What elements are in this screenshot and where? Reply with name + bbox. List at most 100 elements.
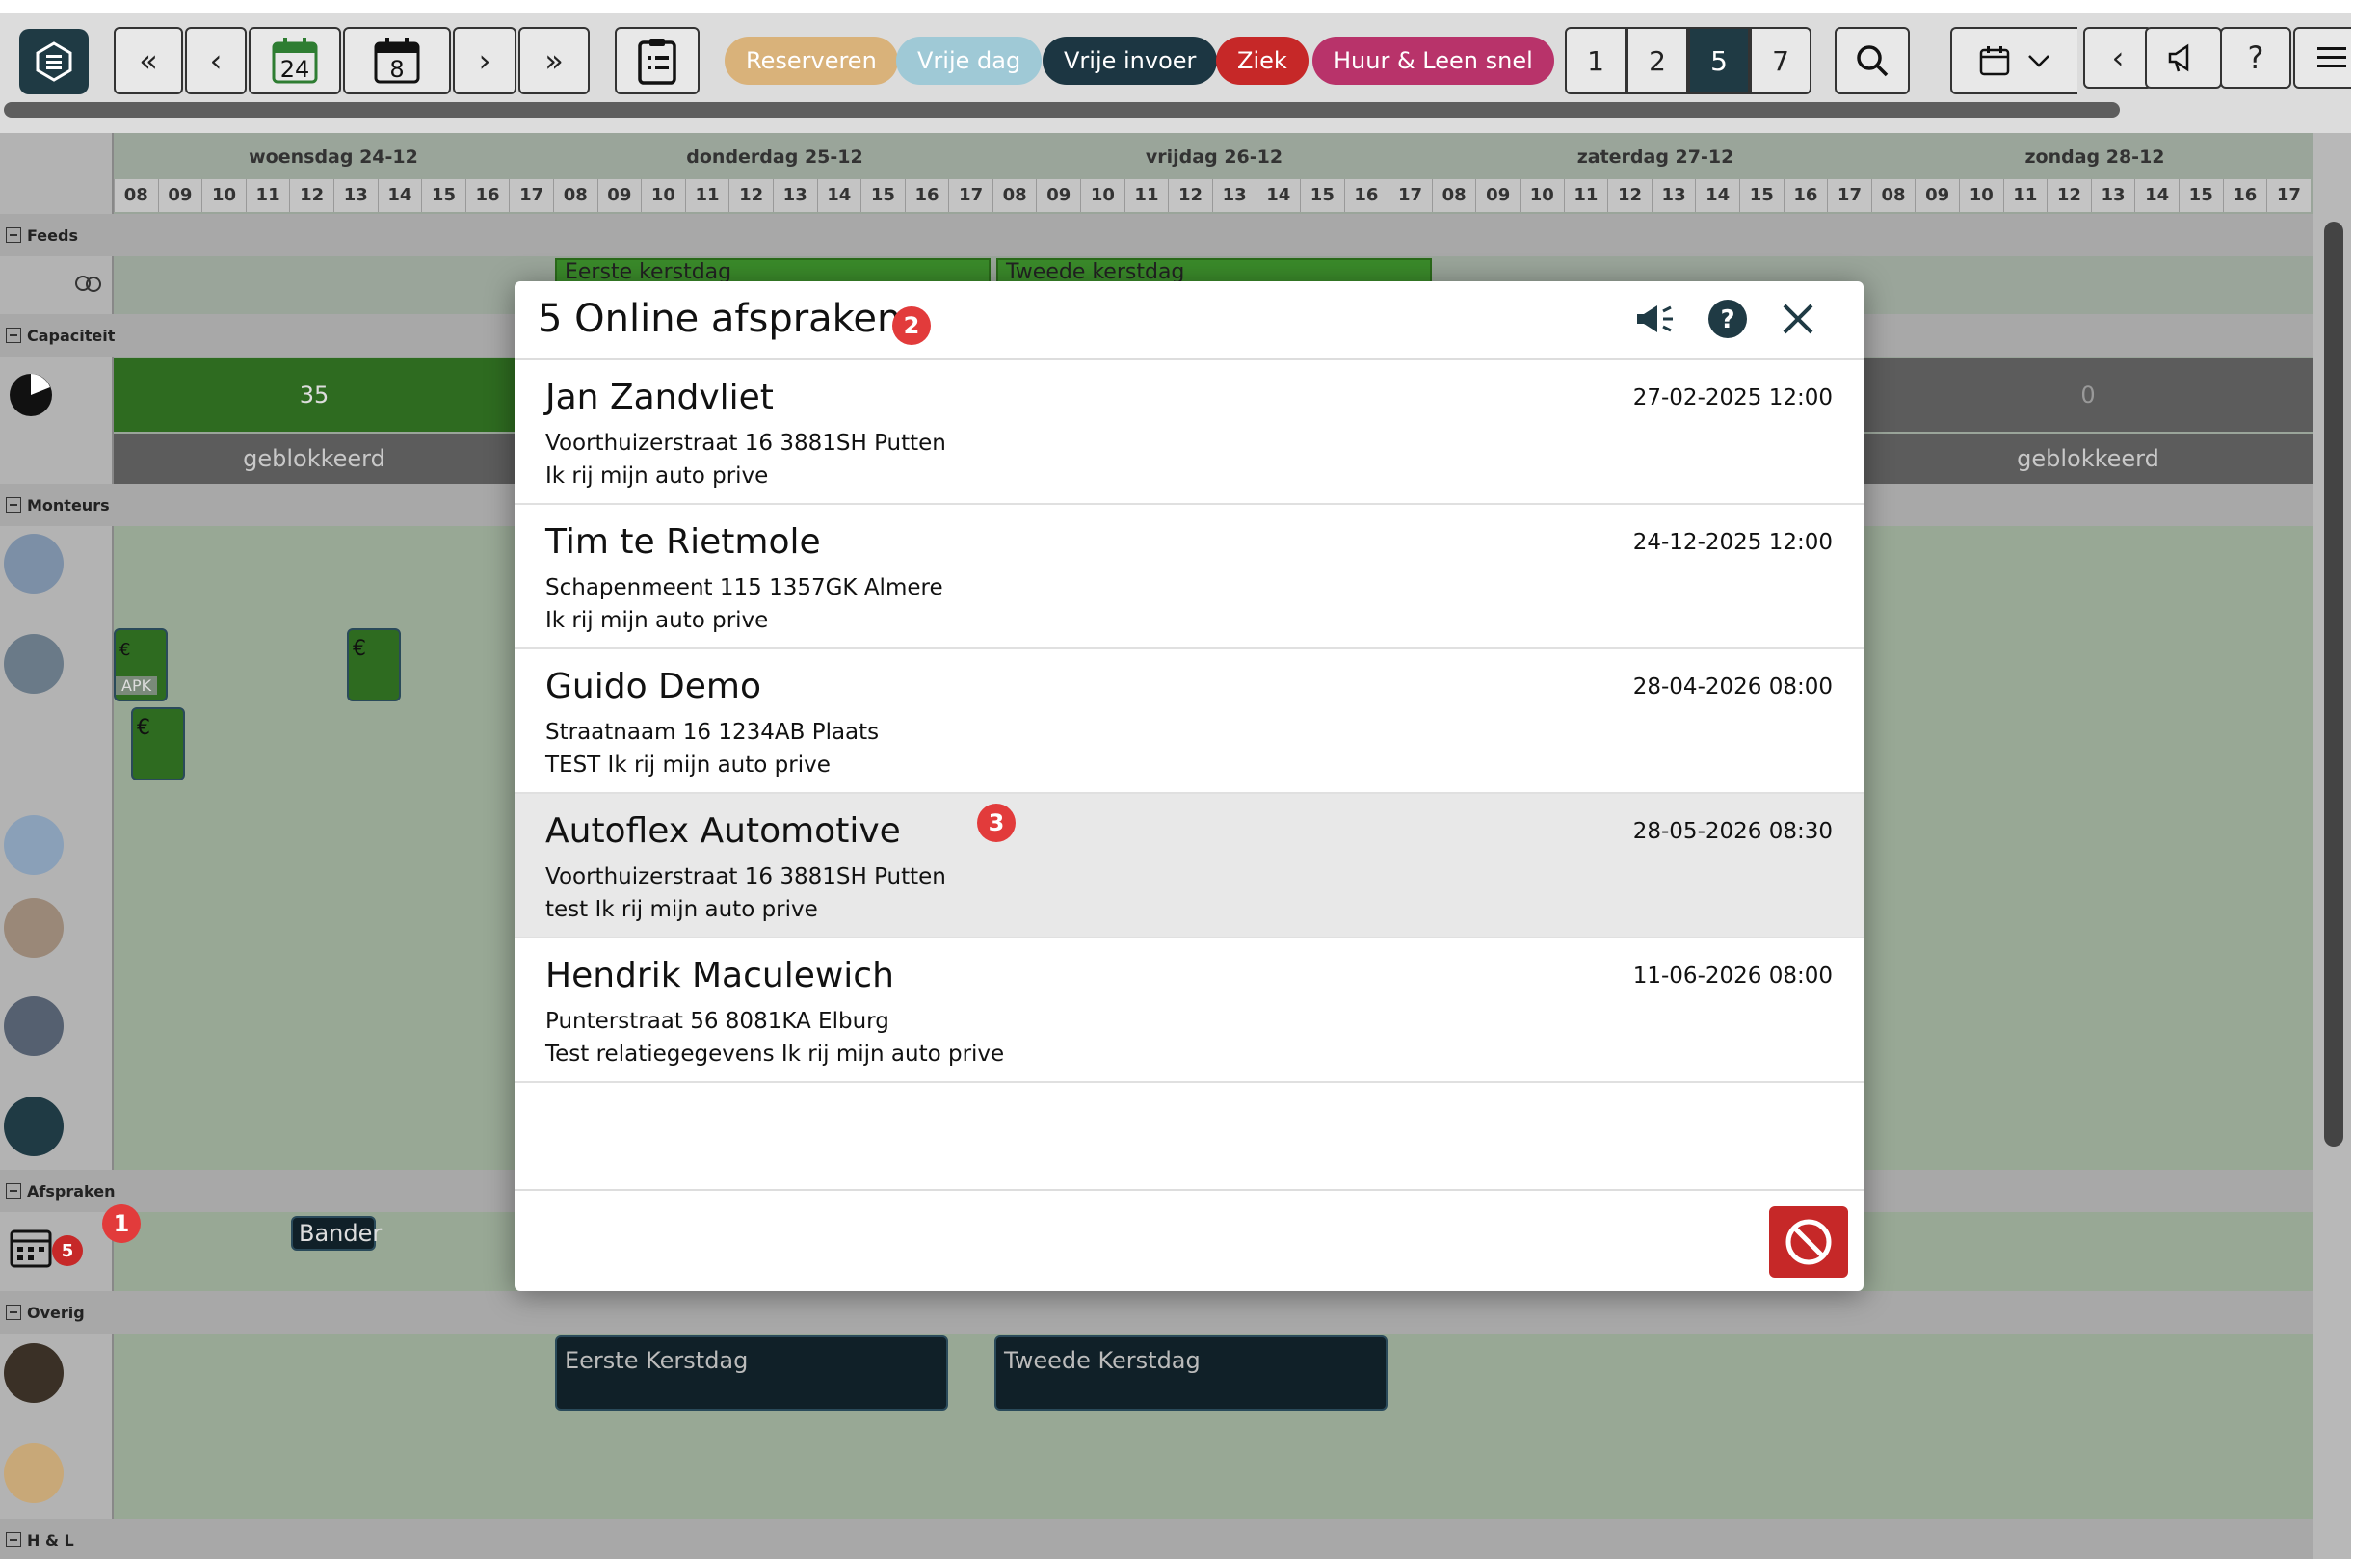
- calendar-dropdown[interactable]: [1950, 27, 2077, 94]
- search-button[interactable]: [1835, 27, 1910, 94]
- day-header: zondag 28-12: [2024, 146, 2165, 168]
- afspraken-calendar-icon[interactable]: [10, 1226, 54, 1270]
- days-7-button[interactable]: 7: [1750, 27, 1811, 94]
- pill-label: Reserveren: [746, 47, 877, 74]
- app-logo[interactable]: [19, 29, 89, 94]
- list-item[interactable]: Jan Zandvliet Voorthuizerstraat 16 3881SH…: [515, 360, 1864, 505]
- list-item[interactable]: Tim te Rietmole Schapenmeent 115 1357GK A…: [515, 505, 1864, 649]
- next-button[interactable]: ›: [453, 27, 516, 94]
- capacity-bar[interactable]: 35: [114, 358, 515, 432]
- avatar[interactable]: [4, 534, 64, 594]
- last-page-button[interactable]: »: [518, 27, 590, 94]
- chevron-down-icon: [2028, 55, 2049, 67]
- huur-leen-button[interactable]: Huur & Leen snel: [1312, 37, 1554, 85]
- holiday-block[interactable]: Eerste Kerstdag: [555, 1335, 948, 1411]
- hour-label: 15: [860, 179, 905, 212]
- help-circle-icon[interactable]: ?: [1707, 299, 1748, 339]
- hour-label: 08: [552, 179, 597, 212]
- hour-label: 13: [2090, 179, 2135, 212]
- item-address: Straatnaam 16 1234AB Plaats: [545, 720, 880, 745]
- week-button[interactable]: 8: [343, 27, 451, 94]
- hour-label: 11: [684, 179, 729, 212]
- seg-label: 5: [1710, 44, 1728, 77]
- blocked-bar[interactable]: geblokkeerd: [114, 434, 515, 484]
- hamburger-icon: [2317, 47, 2346, 67]
- list-item[interactable]: Autoflex Automotive Voorthuizerstraat 16 …: [515, 794, 1864, 938]
- balloons-icon: [75, 276, 101, 292]
- avatar[interactable]: [4, 815, 64, 875]
- section-hl[interactable]: H & L: [0, 1519, 2313, 1559]
- cancel-button[interactable]: [1769, 1206, 1848, 1278]
- holiday-banner[interactable]: Eerste kerstdag: [555, 258, 991, 283]
- vrije-dag-button[interactable]: Vrije dag: [896, 37, 1043, 85]
- double-chevron-left-icon: «: [139, 42, 158, 79]
- appointment-block[interactable]: €: [131, 707, 185, 780]
- ziek-button[interactable]: Ziek: [1216, 37, 1309, 85]
- horizontal-scrollbar[interactable]: [4, 102, 2120, 118]
- help-button[interactable]: ?: [2220, 27, 2291, 89]
- hour-row: 08 09 10 11 12 13 14 15 16 17 08 09 10 11 12 13 14 15 16 17…: [114, 179, 2311, 212]
- avatar[interactable]: [4, 996, 64, 1056]
- holiday-block[interactable]: Tweede Kerstdag: [994, 1335, 1388, 1411]
- hour-label: 10: [1520, 179, 1564, 212]
- avatar[interactable]: [4, 898, 64, 958]
- capacity-bar-end[interactable]: 0: [1864, 358, 2313, 432]
- hour-label: 14: [377, 179, 422, 212]
- megaphone-icon: [2168, 43, 2189, 72]
- clipboard-button[interactable]: [615, 27, 700, 94]
- chevron-left-icon: ‹: [209, 42, 223, 79]
- megaphone-icon[interactable]: [1634, 302, 1675, 336]
- days-1-button[interactable]: 1: [1565, 27, 1626, 94]
- logo-icon: [36, 41, 72, 82]
- bander-appointment[interactable]: Bander: [291, 1216, 382, 1251]
- today-button[interactable]: 24: [249, 27, 341, 94]
- item-note: test Ik rij mijn auto prive: [545, 897, 818, 922]
- today-date-text: 24: [279, 56, 310, 83]
- seg-label: 1: [1587, 44, 1604, 77]
- question-icon: ?: [2247, 40, 2264, 76]
- hour-label: 08: [114, 179, 158, 212]
- apk-tag: APK: [116, 676, 158, 695]
- holiday-banner[interactable]: Tweede kerstdag: [996, 258, 1432, 283]
- hour-label: 13: [1211, 179, 1256, 212]
- hour-label: 12: [289, 179, 333, 212]
- first-page-button[interactable]: «: [114, 27, 183, 94]
- announcement-button[interactable]: [2145, 27, 2222, 89]
- reserveren-button[interactable]: Reserveren: [725, 37, 898, 85]
- pill-label: Vrije dag: [917, 47, 1021, 74]
- item-datetime: 27-02-2025 12:00: [1632, 385, 1833, 410]
- hour-label: 16: [1343, 179, 1388, 212]
- avatar[interactable]: [4, 1343, 64, 1403]
- item-address: Schapenmeent 115 1357GK Almere: [545, 575, 943, 600]
- back-button[interactable]: ‹: [2083, 27, 2153, 89]
- appointment-block[interactable]: €: [347, 628, 401, 701]
- afspraken-count-badge: 5: [52, 1235, 83, 1266]
- avatar[interactable]: [4, 634, 64, 694]
- vertical-scrollbar[interactable]: [2324, 222, 2343, 1147]
- hour-label: 14: [816, 179, 861, 212]
- avatar[interactable]: [4, 1443, 64, 1503]
- hour-label: 17: [1388, 179, 1432, 212]
- euro-text: €: [353, 637, 366, 661]
- section-overig[interactable]: Overig: [0, 1291, 2313, 1334]
- section-feeds[interactable]: Feeds: [0, 214, 2313, 256]
- close-icon[interactable]: [1781, 302, 1815, 336]
- hour-label: 08: [992, 179, 1037, 212]
- calendar-icon: [1979, 46, 2010, 76]
- avatar[interactable]: [4, 1097, 64, 1156]
- list-item[interactable]: Guido Demo Straatnaam 16 1234AB Plaats TES…: [515, 649, 1864, 794]
- days-2-button[interactable]: 2: [1626, 27, 1688, 94]
- prev-button[interactable]: ‹: [185, 27, 247, 94]
- list-item[interactable]: Hendrik Maculewich Punterstraat 56 8081KA…: [515, 938, 1864, 1083]
- section-label: Feeds: [27, 225, 78, 245]
- item-note: Ik rij mijn auto prive: [545, 608, 769, 633]
- vrije-invoer-button[interactable]: Vrije invoer: [1043, 37, 1218, 85]
- pill-label: Huur & Leen snel: [1334, 47, 1533, 74]
- modal-title: 5 Online afspraken: [538, 297, 902, 341]
- seg-label: 7: [1772, 44, 1789, 77]
- days-5-button[interactable]: 5: [1688, 27, 1750, 94]
- blocked-bar-end[interactable]: geblokkeerd: [1864, 434, 2313, 484]
- hour-label: 14: [1695, 179, 1739, 212]
- hour-label: 08: [1870, 179, 1916, 212]
- prohibited-icon: [1785, 1219, 1832, 1265]
